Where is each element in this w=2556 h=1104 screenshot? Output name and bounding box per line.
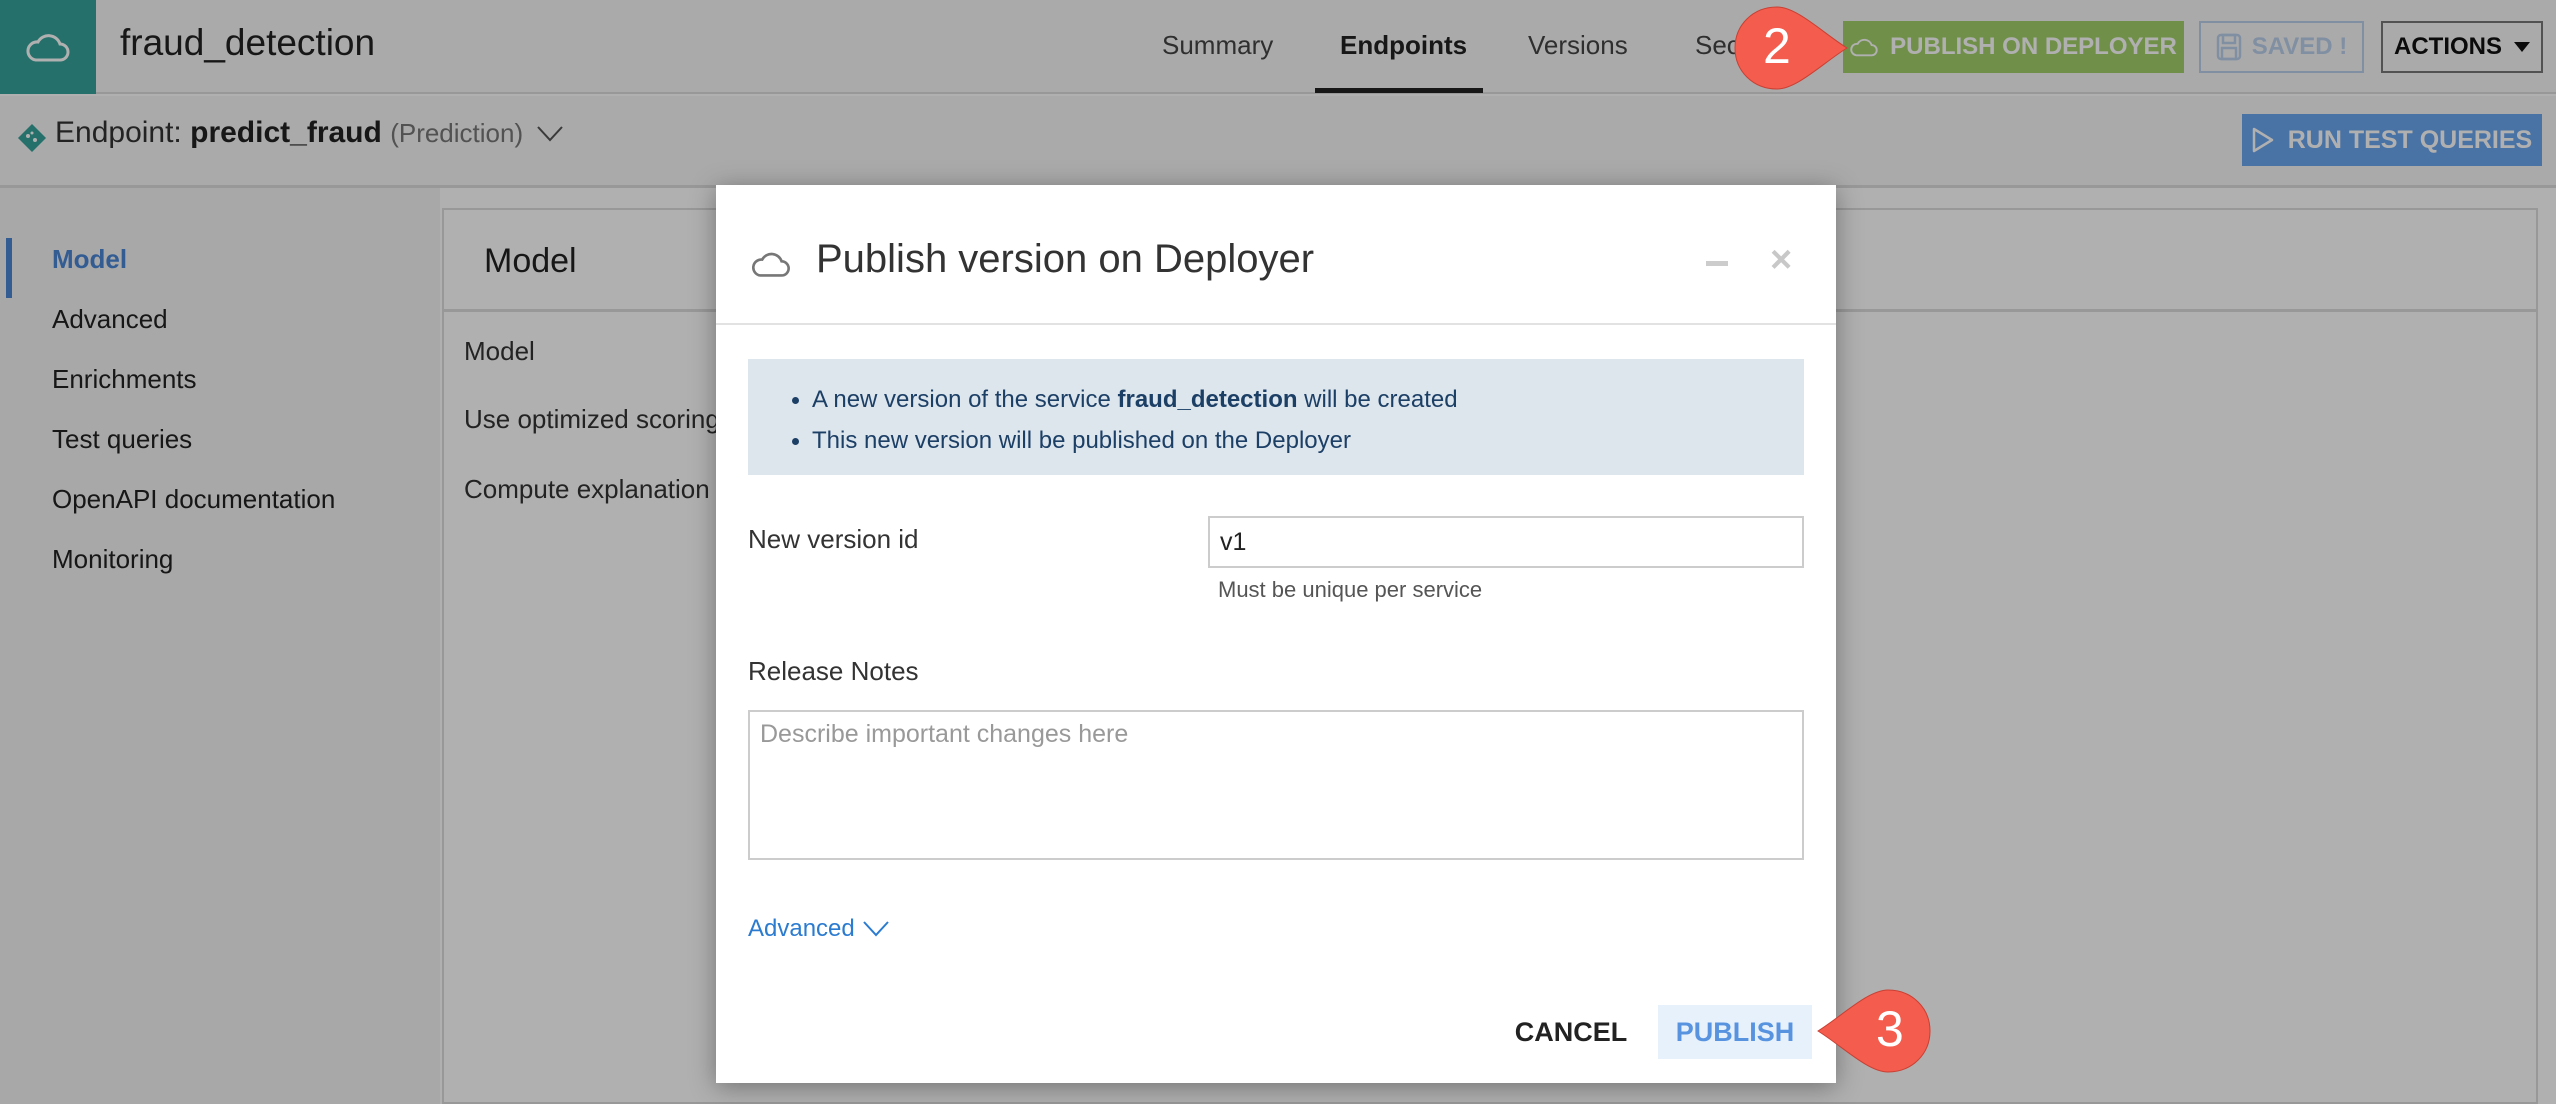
publish-version-dialog: Publish version on Deployer × A new vers… [716, 185, 1836, 1083]
advanced-label: Advanced [748, 915, 855, 942]
dialog-header: Publish version on Deployer × [716, 185, 1836, 325]
minimize-icon[interactable] [1706, 261, 1728, 266]
version-id-help: Must be unique per service [1218, 577, 1483, 602]
callout-step-3: 3 [1812, 986, 1932, 1076]
close-icon[interactable]: × [1770, 241, 1792, 279]
publish-button[interactable]: PUBLISH [1658, 1005, 1812, 1059]
callout-marker-icon [1734, 6, 1848, 90]
info-line-created: A new version of the service fraud_detec… [792, 379, 1804, 420]
callout-step-2: 2 [1733, 3, 1853, 93]
version-id-input[interactable] [1208, 516, 1804, 568]
callout-marker-icon [1817, 989, 1931, 1073]
info-line-published: This new version will be published on th… [792, 420, 1804, 461]
callout-number: 2 [1763, 18, 1791, 74]
cloud-icon [751, 252, 790, 277]
service-name: fraud_detection [1117, 386, 1298, 413]
dialog-title: Publish version on Deployer [816, 237, 1315, 281]
advanced-toggle[interactable]: Advanced [748, 915, 889, 943]
version-id-label: New version id [748, 524, 919, 554]
release-notes-input[interactable] [748, 710, 1804, 860]
info-message: A new version of the service fraud_detec… [748, 359, 1804, 475]
callout-number: 3 [1876, 1001, 1904, 1057]
chevron-down-icon [863, 921, 889, 937]
cancel-button[interactable]: CANCEL [1506, 1005, 1636, 1059]
release-notes-label: Release Notes [748, 656, 919, 686]
